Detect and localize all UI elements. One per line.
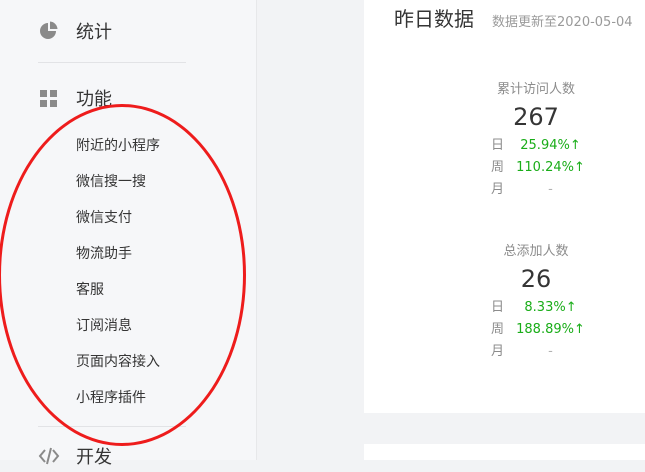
submenu-item-logistics[interactable]: 物流助手	[76, 236, 160, 272]
row-value: -	[548, 182, 553, 197]
pie-chart-icon	[38, 20, 60, 42]
sidebar-item-label: 开发	[76, 447, 112, 468]
sidebar-item-label: 统计	[76, 22, 112, 43]
row-key: 月	[491, 182, 505, 197]
metric-value: 267	[513, 103, 559, 131]
grid-icon	[38, 87, 60, 109]
submenu-item-wechat-search[interactable]: 微信搜一搜	[76, 164, 160, 200]
submenu-item-customer-service[interactable]: 客服	[76, 272, 160, 308]
row-key: 日	[491, 300, 505, 315]
sidebar-item-dev[interactable]: 开发	[38, 443, 112, 469]
metric-row-month: 月 -	[364, 179, 645, 201]
function-submenu: 附近的小程序 微信搜一搜 微信支付 物流助手 客服 订阅消息 页面内容接入 小程…	[76, 128, 160, 416]
card-title: 昨日数据	[394, 7, 474, 31]
row-value: -	[548, 344, 553, 359]
next-card	[364, 444, 645, 460]
metric-label: 累计访问人数	[496, 82, 575, 97]
submenu-item-page-content[interactable]: 页面内容接入	[76, 344, 160, 380]
submenu-item-nearby-miniprogram[interactable]: 附近的小程序	[76, 128, 160, 164]
row-value: 110.24%↑	[516, 160, 585, 175]
metric-row-day: 日 25.94%↑	[364, 135, 645, 157]
yesterday-data-card: 昨日数据 数据更新至2020-05-04 累计访问人数 267 日 25.94%…	[364, 0, 645, 413]
row-key: 日	[491, 138, 505, 153]
sidebar-item-stats[interactable]: 统计	[38, 18, 112, 44]
submenu-item-wechat-pay[interactable]: 微信支付	[76, 200, 160, 236]
metric-total-visitors: 累计访问人数 267 日 25.94%↑ 周 110.24%↑ 月 -	[364, 78, 645, 201]
row-value: 25.94%↑	[520, 138, 581, 153]
metric-row-month: 月 -	[364, 341, 645, 363]
sidebar-divider	[38, 426, 186, 427]
sidebar-item-label: 功能	[76, 89, 112, 110]
submenu-item-subscribe-message[interactable]: 订阅消息	[76, 308, 160, 344]
metric-row-week: 周 188.89%↑	[364, 319, 645, 341]
row-key: 月	[491, 344, 505, 359]
row-value: 188.89%↑	[516, 322, 585, 337]
metric-row-week: 周 110.24%↑	[364, 157, 645, 179]
code-icon	[38, 445, 60, 467]
sidebar: 统计 功能 附近的小程序 微信搜一搜 微信支付 物流助手 客服 订阅消息 页面内…	[0, 0, 257, 468]
metric-value: 26	[520, 265, 552, 293]
sidebar-item-function[interactable]: 功能	[38, 85, 112, 111]
metric-row-day: 日 8.33%↑	[364, 297, 645, 319]
row-key: 周	[491, 160, 505, 175]
metric-label: 总添加人数	[503, 244, 569, 259]
submenu-item-plugins[interactable]: 小程序插件	[76, 380, 160, 416]
row-value: 8.33%↑	[524, 300, 577, 315]
metric-total-added: 总添加人数 26 日 8.33%↑ 周 188.89%↑ 月 -	[364, 240, 645, 363]
data-updated-text: 数据更新至2020-05-04	[492, 15, 633, 30]
card-header: 昨日数据 数据更新至2020-05-04	[394, 3, 633, 32]
sidebar-divider	[38, 62, 186, 63]
row-key: 周	[491, 322, 505, 337]
